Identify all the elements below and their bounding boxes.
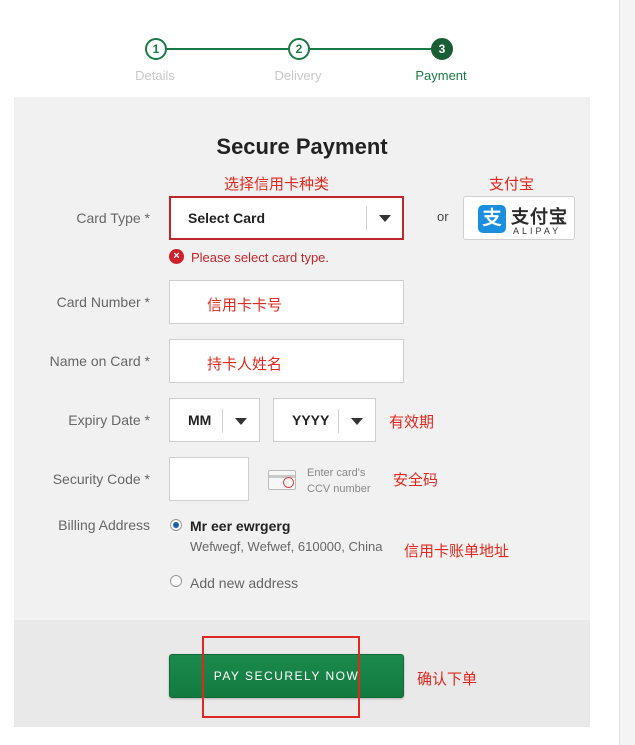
- add-new-address-radio[interactable]: [170, 575, 182, 587]
- step-2-circle[interactable]: 2: [288, 38, 310, 60]
- address-radio-selected[interactable]: [170, 519, 182, 531]
- name-on-card-label: Name on Card *: [49, 353, 150, 369]
- annotation-highlight-box: [202, 636, 360, 718]
- annotation-security: 安全码: [393, 472, 439, 489]
- chevron-down-icon: [235, 418, 247, 425]
- scrollbar[interactable]: [619, 0, 635, 745]
- alipay-name-en: ALIPAY: [513, 226, 562, 236]
- expiry-month-select[interactable]: MM: [169, 398, 260, 442]
- ccv-hint: Enter card's CCV number: [307, 467, 371, 495]
- page-title: Secure Payment: [216, 134, 388, 159]
- security-code-input[interactable]: [169, 457, 249, 501]
- chevron-down-icon: [379, 215, 391, 222]
- security-code-label: Security Code *: [52, 471, 150, 487]
- address-name: Mr eer ewrgerg: [190, 518, 291, 534]
- select-divider: [338, 409, 339, 433]
- step-connector: [164, 48, 288, 50]
- card-type-value: Select Card: [188, 210, 266, 226]
- step-1-circle[interactable]: 1: [145, 38, 167, 60]
- annotation-alipay: 支付宝: [489, 176, 535, 193]
- select-divider: [222, 409, 223, 433]
- expiry-year-value: YYYY: [292, 412, 330, 428]
- billing-address-label: Billing Address: [58, 517, 150, 533]
- step-3-circle: 3: [431, 38, 453, 60]
- alipay-button[interactable]: 支 支付宝 ALIPAY: [463, 196, 575, 240]
- step-1-label[interactable]: Details: [110, 68, 200, 83]
- step-connector: [308, 48, 432, 50]
- annotation-expiry: 有效期: [389, 414, 435, 431]
- card-type-select[interactable]: Select Card: [169, 196, 404, 240]
- annotation-name-on-card: 持卡人姓名: [207, 356, 283, 373]
- error-icon: ×: [169, 249, 184, 264]
- select-divider: [366, 206, 367, 230]
- name-on-card-input[interactable]: 持卡人姓名: [169, 339, 404, 383]
- annotation-card-type: 选择信用卡种类: [224, 176, 330, 193]
- card-number-label: Card Number *: [56, 294, 150, 310]
- step-2-label[interactable]: Delivery: [253, 68, 343, 83]
- add-new-address-label[interactable]: Add new address: [190, 575, 298, 591]
- credit-card-icon: [268, 470, 296, 490]
- step-3-label: Payment: [415, 68, 467, 83]
- card-type-label: Card Type *: [76, 210, 150, 226]
- annotation-billing: 信用卡账单地址: [404, 543, 510, 560]
- expiry-year-select[interactable]: YYYY: [273, 398, 376, 442]
- annotation-card-number: 信用卡卡号: [207, 297, 283, 314]
- card-type-error: Please select card type.: [191, 250, 330, 265]
- or-separator: or: [437, 209, 449, 224]
- address-line: Wefwegf, Wefwef, 610000, China: [190, 539, 383, 554]
- alipay-logo-icon: 支: [478, 205, 506, 233]
- expiry-date-label: Expiry Date *: [68, 412, 150, 428]
- card-number-input[interactable]: 信用卡卡号: [169, 280, 404, 324]
- chevron-down-icon: [351, 418, 363, 425]
- annotation-pay: 确认下单: [417, 671, 478, 688]
- expiry-month-value: MM: [188, 412, 212, 428]
